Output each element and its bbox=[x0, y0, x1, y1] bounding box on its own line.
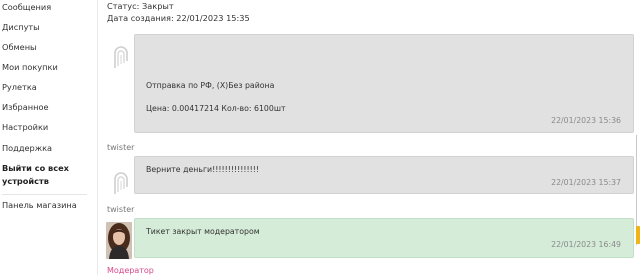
moderator-label: Модератор bbox=[107, 266, 154, 275]
moderator-avatar bbox=[106, 222, 132, 259]
message-bubble: Верните деньги!!!!!!!!!!!!!!! 22/01/2023… bbox=[134, 156, 634, 194]
ticket-status: Статус: Закрыт bbox=[107, 1, 174, 11]
sidebar: Сообщения Диспуты Обмены Мои покупки Рул… bbox=[0, 0, 97, 275]
sidebar-divider bbox=[2, 194, 87, 195]
ticket-thread: Статус: Закрыт Дата создания: 22/01/2023… bbox=[97, 0, 640, 275]
logout-line-2: устройств bbox=[2, 176, 49, 186]
message-timestamp: 22/01/2023 16:49 bbox=[551, 240, 621, 249]
sidebar-item-favorites[interactable]: Избранное bbox=[2, 101, 49, 114]
scrollbar-thumb[interactable] bbox=[636, 226, 640, 244]
system-message-bubble: Тикет закрыт модератором 22/01/2023 16:4… bbox=[134, 218, 634, 258]
message-bubble: Отправка по РФ, (Х)Без района Цена: 0.00… bbox=[134, 34, 634, 133]
sidebar-item-roulette[interactable]: Рулетка bbox=[2, 81, 37, 94]
sidebar-item-messages[interactable]: Сообщения bbox=[2, 1, 51, 14]
ticket-created-date: Дата создания: 22/01/2023 15:35 bbox=[107, 13, 250, 23]
message-timestamp: 22/01/2023 15:37 bbox=[551, 178, 621, 187]
message-text: Верните деньги!!!!!!!!!!!!!!! bbox=[146, 165, 260, 174]
logout-line-1: Выйти со всех bbox=[2, 163, 69, 173]
sidebar-item-support[interactable]: Поддержка bbox=[2, 142, 52, 155]
message-text: Отправка по РФ, (Х)Без района bbox=[146, 81, 275, 90]
default-avatar-icon bbox=[108, 44, 134, 80]
sidebar-item-disputes[interactable]: Диспуты bbox=[2, 21, 40, 34]
message-author: twister bbox=[107, 143, 135, 152]
message-author: twister bbox=[107, 205, 135, 214]
sidebar-item-shop-panel[interactable]: Панель магазина bbox=[2, 199, 77, 212]
sidebar-item-purchases[interactable]: Мои покупки bbox=[2, 61, 58, 74]
logout-all-devices-link[interactable]: Выйти со всех устройств bbox=[2, 162, 69, 188]
message-text: Цена: 0.00417214 Кол-во: 6100шт bbox=[146, 104, 286, 113]
message-text: Тикет закрыт модератором bbox=[146, 227, 260, 236]
sidebar-item-exchanges[interactable]: Обмены bbox=[2, 41, 37, 54]
default-avatar-icon bbox=[108, 170, 134, 206]
sidebar-item-settings[interactable]: Настройки bbox=[2, 121, 48, 134]
message-timestamp: 22/01/2023 15:36 bbox=[551, 116, 621, 125]
